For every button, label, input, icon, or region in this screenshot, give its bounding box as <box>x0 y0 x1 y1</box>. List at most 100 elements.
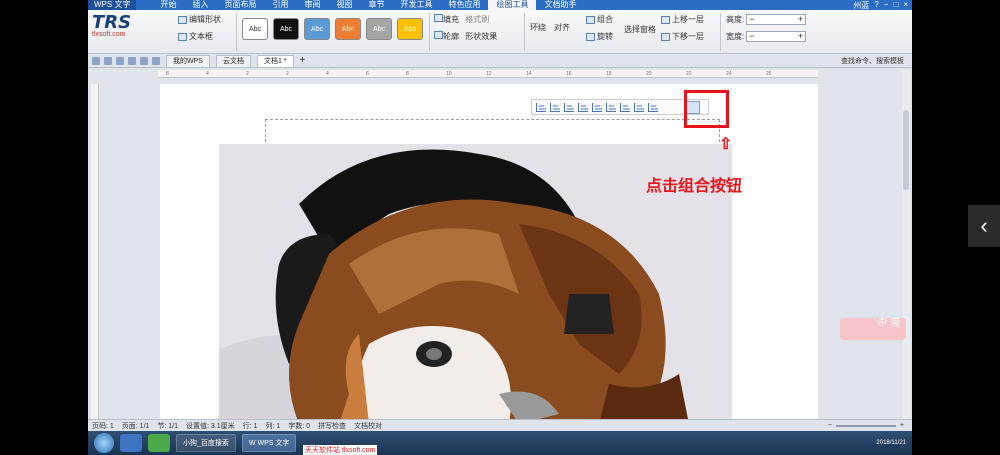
zoom-control: − + <box>828 422 912 429</box>
media-player-icon[interactable] <box>148 434 170 452</box>
menu-home[interactable]: 开始 <box>152 0 184 10</box>
app-menu-button[interactable]: WPS 文字 <box>88 0 137 10</box>
shape-style-orange[interactable]: Abc <box>335 18 361 40</box>
menu-doc-assistant[interactable]: 文档助手 <box>536 0 584 10</box>
tab-document1[interactable]: 文档1 * <box>256 54 294 67</box>
save-icon[interactable] <box>104 56 112 65</box>
zoom-in-button[interactable]: + <box>900 422 904 429</box>
align-middle-icon[interactable] <box>592 102 602 112</box>
document-page[interactable]: ⇧ 点击组合按钮 <box>160 84 818 419</box>
title-bar: WPS 文字 开始 插入 页面布局 引用 审阅 视图 章节 开发工具 特色应用 … <box>88 0 912 10</box>
menu-developer[interactable]: 开发工具 <box>392 0 440 10</box>
menu-references[interactable]: 引用 <box>264 0 296 10</box>
align-right-icon[interactable] <box>564 102 574 112</box>
help-button[interactable]: ? <box>874 0 878 11</box>
taskbar-item-wps[interactable]: W WPS 文字 <box>241 434 297 452</box>
annotation-callout: 点击组合按钮 <box>646 176 743 195</box>
preview-icon[interactable] <box>128 56 136 65</box>
menu-page-layout[interactable]: 页面布局 <box>216 0 264 10</box>
status-word-count[interactable]: 字数: 0 <box>288 421 310 431</box>
ribbon-separator <box>236 13 237 51</box>
menu-section[interactable]: 章节 <box>360 0 392 10</box>
menu-features[interactable]: 特色应用 <box>440 0 488 10</box>
zoom-slider[interactable] <box>835 424 896 427</box>
menu-insert[interactable]: 插入 <box>184 0 216 10</box>
group-button[interactable]: 组合 <box>586 14 613 25</box>
redo-icon[interactable] <box>152 56 160 65</box>
print-icon[interactable] <box>116 56 124 65</box>
align-button[interactable]: 对齐 <box>554 22 570 33</box>
tab-my-wps[interactable]: 我的WPS <box>166 54 210 67</box>
arrange-group: 环绕 对齐 <box>530 22 570 33</box>
wrap-button[interactable]: 环绕 <box>530 22 546 33</box>
width-stepper[interactable] <box>746 31 807 42</box>
align-left-icon[interactable] <box>536 102 546 112</box>
undo-icon[interactable] <box>140 56 148 65</box>
ribbon-separator <box>429 13 430 51</box>
distribute-vertical-icon[interactable] <box>634 102 644 112</box>
status-setting: 设置值: 3.1厘米 <box>186 422 235 430</box>
ie-icon[interactable] <box>120 434 142 452</box>
shape-style-gray[interactable]: Abc <box>366 18 392 40</box>
group-rotate-group: 组合 旋转 <box>586 14 613 42</box>
status-proofread[interactable]: 文档校对 <box>354 421 382 431</box>
outline-button[interactable]: 轮廓 <box>434 31 459 42</box>
close-button[interactable]: × <box>903 0 908 11</box>
distribute-horizontal-icon[interactable] <box>620 102 630 112</box>
rotate-button[interactable]: 旋转 <box>586 31 613 42</box>
system-clock[interactable]: 2018/11/21 <box>876 440 912 446</box>
menu-review[interactable]: 审阅 <box>296 0 328 10</box>
edit-shape-icon <box>178 15 187 24</box>
shape-style-gold[interactable]: Abc <box>397 18 423 40</box>
zoom-out-button[interactable]: − <box>828 422 832 429</box>
vertical-scrollbar[interactable] <box>902 70 910 420</box>
scrollbar-thumb[interactable] <box>903 110 909 190</box>
tab-cloud-docs[interactable]: 云文档 <box>215 54 251 67</box>
align-top-icon[interactable] <box>578 102 588 112</box>
minimize-button[interactable]: − <box>884 0 889 11</box>
windows-taskbar: 小狗_百度搜索 W WPS 文字 2018/11/21 <box>88 431 912 455</box>
site-watermark: 天天软件站 tlxsoft.com <box>303 445 378 455</box>
open-icon[interactable] <box>92 56 100 65</box>
new-tab-button[interactable]: + <box>300 55 306 66</box>
status-row: 行: 1 <box>242 422 258 430</box>
fill-outline-group: 填充 格式刷 轮廓 形状效果 <box>434 14 497 42</box>
menu-drawing-tools[interactable]: 绘图工具 <box>488 0 537 10</box>
shape-style-white[interactable]: Abc <box>242 18 268 40</box>
status-col: 列: 1 <box>265 422 281 430</box>
text-box-button[interactable]: 文本框 <box>178 31 221 42</box>
start-button[interactable] <box>94 433 114 453</box>
status-spell-check[interactable]: 拼写检查 <box>318 421 346 431</box>
status-section: 节: 1/1 <box>157 422 179 430</box>
fill-button[interactable]: 填充 <box>434 14 459 25</box>
bring-forward-icon <box>661 15 670 24</box>
fill-icon <box>434 14 443 22</box>
format-painter-button[interactable]: 格式刷 <box>465 14 489 25</box>
main-menu: 开始 插入 页面布局 引用 审阅 视图 章节 开发工具 特色应用 绘图工具 文档… <box>152 0 584 10</box>
align-bottom-icon[interactable] <box>606 102 616 112</box>
more-options-icon[interactable] <box>648 102 658 112</box>
select-pane-button[interactable]: 选择窗格 <box>624 24 656 35</box>
annotation-highlight-box <box>684 90 729 128</box>
shape-edit-group: 编辑形状 文本框 <box>178 14 221 42</box>
align-center-icon[interactable] <box>550 102 560 112</box>
maximize-button[interactable]: □ <box>893 0 898 11</box>
edit-shape-button[interactable]: 编辑形状 <box>178 14 221 25</box>
shape-style-black[interactable]: Abc <box>273 18 299 40</box>
command-search[interactable]: 查找命令、搜索模板 <box>841 56 912 66</box>
bring-forward-button[interactable]: 上移一层 <box>661 14 704 25</box>
shape-effects-button[interactable]: 形状效果 <box>465 31 497 42</box>
taskbar-item-browser[interactable]: 小狗_百度搜索 <box>176 434 236 452</box>
group-icon <box>586 15 595 24</box>
send-backward-button[interactable]: 下移一层 <box>661 31 704 42</box>
horizontal-ruler[interactable]: 8 4 2 2 4 6 8 10 12 14 16 18 20 22 24 26 <box>158 70 818 78</box>
ime-status-widget[interactable]: 中 简 <box>840 318 906 340</box>
height-stepper[interactable] <box>746 14 807 25</box>
next-chevron-icon[interactable]: ‹ <box>968 205 1000 247</box>
vertical-ruler[interactable] <box>91 84 99 419</box>
left-letterbox <box>0 0 88 455</box>
menu-view[interactable]: 视图 <box>328 0 360 10</box>
outline-icon <box>434 31 443 39</box>
shape-style-blue[interactable]: Abc <box>304 18 330 40</box>
user-name[interactable]: 州蓝 <box>853 0 869 11</box>
